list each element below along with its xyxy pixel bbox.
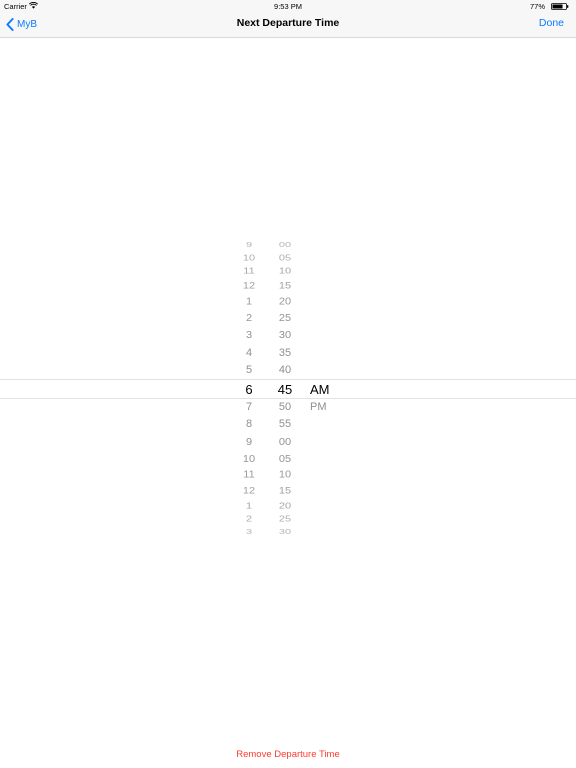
navigation-bar: MyB Next Departure Time Done <box>0 12 576 38</box>
clock-time: 9:53 PM <box>274 2 302 11</box>
period-selected-value[interactable]: AM <box>310 383 330 396</box>
time-picker[interactable]: 9 10 11 12 1 2 3 4 5 6 7 8 9 10 11 12 1 2 3 00 05 10 15 20 25 30… <box>0 205 576 573</box>
page-title: Next Departure Time <box>236 17 340 29</box>
period-wheel[interactable]: AM PM <box>0 205 576 573</box>
done-button[interactable]: Done <box>539 17 564 29</box>
battery-icon <box>551 3 569 10</box>
status-bar: Carrier 9:53 PM 77% <box>0 0 576 12</box>
battery-percentage: 77% <box>529 2 545 11</box>
period-option[interactable]: PM <box>310 401 327 413</box>
remove-departure-time-button[interactable]: Remove Departure Time <box>0 749 576 760</box>
